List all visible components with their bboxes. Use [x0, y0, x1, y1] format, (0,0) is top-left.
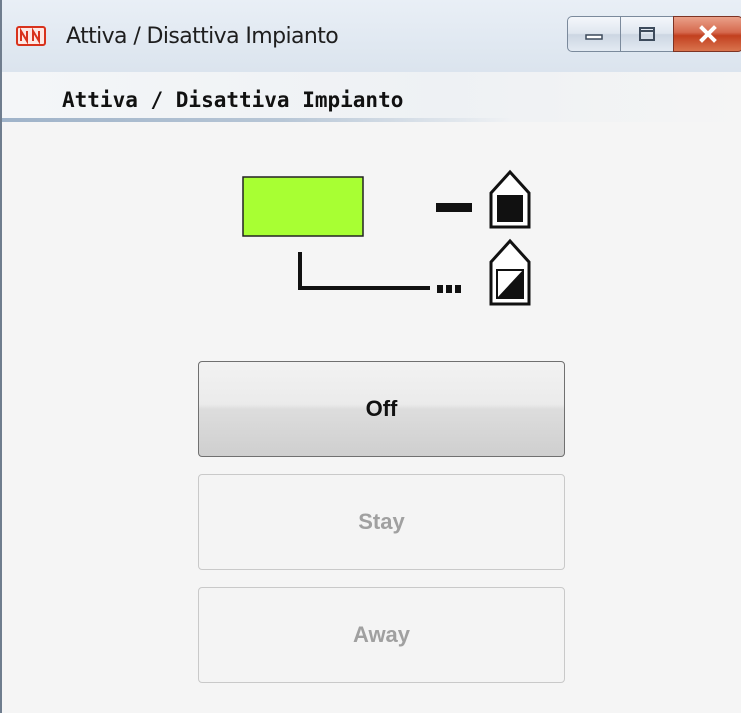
off-button-label: Off — [365, 396, 398, 421]
header-divider — [2, 118, 512, 122]
app-icon — [16, 26, 46, 46]
maximize-icon — [639, 27, 655, 41]
dialog-window: Attiva / Disattiva Impianto Attiva / Dis… — [0, 0, 741, 713]
house-armed-full-icon — [489, 169, 531, 229]
title-bar[interactable]: Attiva / Disattiva Impianto — [2, 0, 741, 72]
off-button[interactable]: Off — [198, 361, 565, 457]
page-header: Attiva / Disattiva Impianto — [2, 72, 741, 122]
stay-button[interactable]: Stay — [198, 474, 565, 570]
window-controls — [567, 16, 741, 54]
partial-link-dots — [437, 285, 461, 293]
page-title: Attiva / Disattiva Impianto — [62, 88, 404, 112]
full-link-dash — [436, 203, 472, 212]
stay-button-label: Stay — [358, 509, 405, 534]
house-armed-partial-icon — [489, 238, 531, 306]
close-icon — [699, 25, 717, 43]
connector-line — [298, 252, 430, 290]
status-indicator — [242, 176, 364, 237]
window-title: Attiva / Disattiva Impianto — [66, 24, 339, 49]
minimize-button[interactable] — [567, 16, 621, 52]
close-button[interactable] — [673, 16, 741, 52]
maximize-button[interactable] — [620, 16, 674, 52]
minimize-icon — [585, 34, 603, 40]
away-button[interactable]: Away — [198, 587, 565, 683]
away-button-label: Away — [352, 622, 411, 647]
